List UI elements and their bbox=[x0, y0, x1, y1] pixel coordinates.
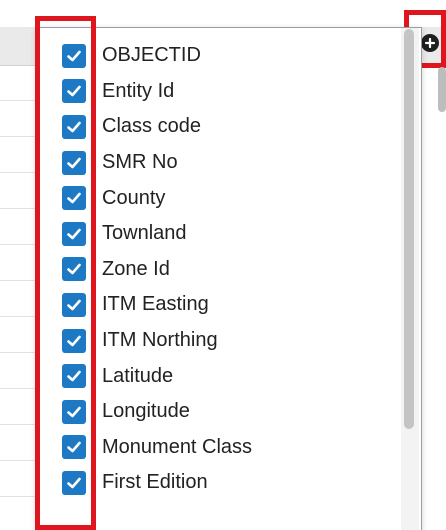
table-gridline bbox=[0, 280, 36, 281]
check-icon bbox=[67, 335, 81, 346]
field-row-smr-no[interactable]: SMR No bbox=[37, 145, 397, 181]
field-checkbox[interactable] bbox=[62, 435, 86, 460]
field-row-county[interactable]: County bbox=[37, 180, 397, 216]
check-icon bbox=[67, 406, 81, 418]
check-icon bbox=[67, 442, 81, 453]
field-checkbox[interactable] bbox=[62, 364, 86, 389]
field-row-class-code[interactable]: Class code bbox=[37, 109, 397, 145]
check-icon bbox=[67, 264, 81, 275]
check-icon bbox=[67, 157, 81, 168]
table-gridline bbox=[0, 496, 36, 497]
field-checkbox[interactable] bbox=[62, 114, 86, 139]
check-icon bbox=[67, 121, 81, 133]
field-label: Zone Id bbox=[102, 257, 170, 280]
table-gridline bbox=[0, 244, 36, 245]
check-icon bbox=[67, 86, 81, 97]
check-icon bbox=[67, 192, 81, 204]
table-gridline bbox=[0, 352, 36, 353]
field-row-itm-easting[interactable]: ITM Easting bbox=[37, 287, 397, 323]
field-label: Townland bbox=[102, 222, 187, 245]
field-label: Class code bbox=[102, 115, 201, 138]
attribute-table-view: OBJECTID Entity Id Class code SMR No Cou… bbox=[0, 0, 446, 530]
table-scrollbar-thumb[interactable] bbox=[438, 67, 446, 112]
table-gridline bbox=[0, 136, 36, 137]
field-label: ITM Northing bbox=[102, 329, 218, 352]
field-label: ITM Easting bbox=[102, 293, 209, 316]
field-label: Latitude bbox=[102, 364, 174, 387]
field-row-objectid[interactable]: OBJECTID bbox=[37, 38, 397, 74]
field-row-latitude[interactable]: Latitude bbox=[37, 358, 397, 394]
field-checkbox[interactable] bbox=[62, 43, 86, 68]
field-checkbox[interactable] bbox=[62, 257, 86, 282]
field-checkbox[interactable] bbox=[62, 292, 86, 317]
field-row-first-edition[interactable]: First Edition bbox=[37, 465, 397, 501]
field-label: Longitude bbox=[102, 400, 190, 423]
field-row-monument-class[interactable]: Monument Class bbox=[37, 430, 397, 466]
table-gridline bbox=[0, 208, 36, 209]
field-list: OBJECTID Entity Id Class code SMR No Cou… bbox=[37, 38, 397, 501]
field-checkbox[interactable] bbox=[62, 399, 86, 424]
field-visibility-dropdown: OBJECTID Entity Id Class code SMR No Cou… bbox=[36, 27, 422, 530]
field-row-townland[interactable]: Townland bbox=[37, 216, 397, 252]
field-label: First Edition bbox=[102, 471, 208, 494]
check-icon bbox=[67, 50, 81, 62]
check-icon bbox=[67, 299, 81, 311]
field-label: County bbox=[102, 186, 166, 209]
field-label: Monument Class bbox=[102, 435, 253, 458]
table-gridline bbox=[0, 388, 36, 389]
field-checkbox[interactable] bbox=[62, 328, 86, 353]
table-gridline bbox=[0, 316, 36, 317]
table-gridline bbox=[0, 424, 36, 425]
field-row-zone-id[interactable]: Zone Id bbox=[37, 252, 397, 288]
check-icon bbox=[67, 370, 81, 382]
check-icon bbox=[67, 228, 81, 240]
field-checkbox[interactable] bbox=[62, 470, 86, 495]
dropdown-scrollbar-thumb[interactable] bbox=[404, 29, 414, 429]
field-checkbox[interactable] bbox=[62, 79, 86, 104]
check-icon bbox=[67, 477, 81, 489]
field-checkbox[interactable] bbox=[62, 186, 86, 211]
table-gridline bbox=[0, 460, 36, 461]
field-label: Entity Id bbox=[102, 79, 175, 102]
field-row-longitude[interactable]: Longitude bbox=[37, 394, 397, 430]
field-label: OBJECTID bbox=[102, 44, 201, 67]
table-gridline bbox=[0, 100, 36, 101]
field-checkbox[interactable] bbox=[62, 221, 86, 246]
plus-circle-icon bbox=[421, 34, 439, 52]
field-row-itm-northing[interactable]: ITM Northing bbox=[37, 323, 397, 359]
field-row-entity-id[interactable]: Entity Id bbox=[37, 74, 397, 110]
field-checkbox[interactable] bbox=[62, 150, 86, 175]
field-label: SMR No bbox=[102, 151, 178, 174]
table-gridline bbox=[0, 172, 36, 173]
